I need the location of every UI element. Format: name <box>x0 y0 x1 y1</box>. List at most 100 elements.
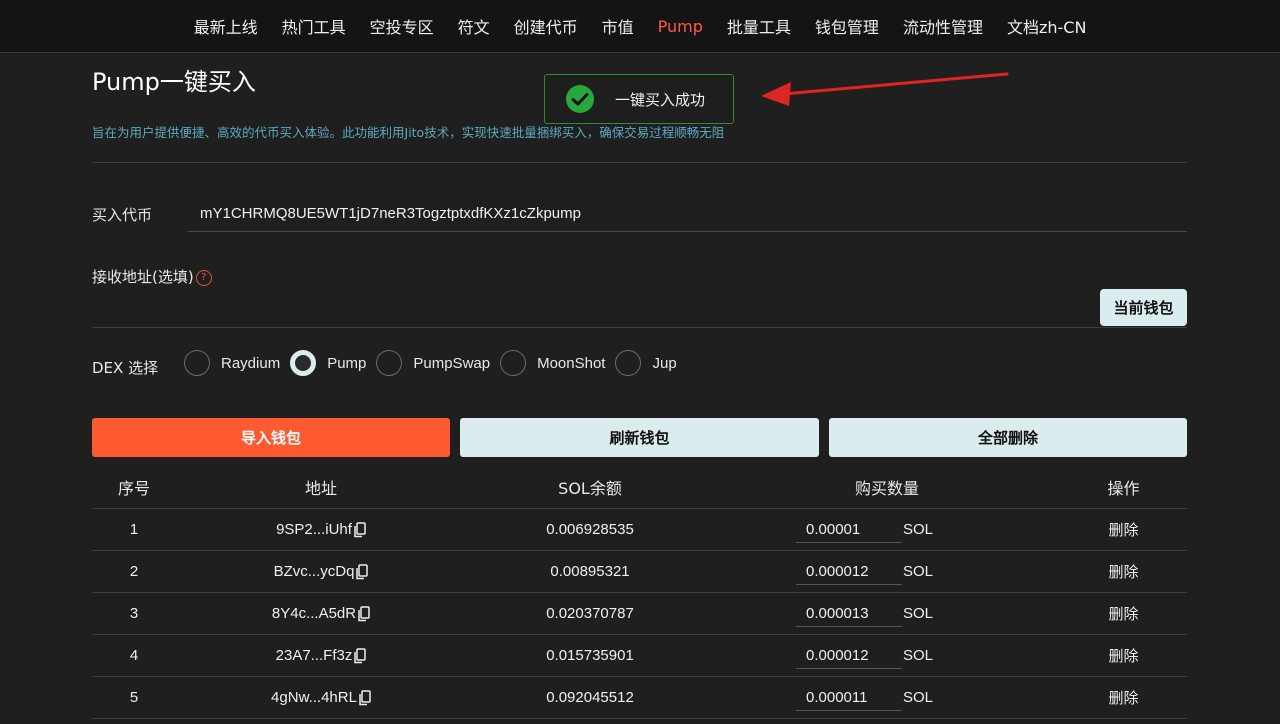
delete-row-link[interactable]: 删除 <box>1108 647 1138 665</box>
nav-item-market-cap[interactable]: 市值 <box>590 14 646 38</box>
nav-item-pump[interactable]: Pump <box>646 17 715 36</box>
token-label: 买入代币 <box>92 206 153 224</box>
dex-option-label: PumpSwap <box>413 354 491 372</box>
dex-radio-group: Raydium Pump PumpSwap MoonShot Jup <box>184 347 687 379</box>
row-address: 9SP2...iUhf <box>176 508 466 551</box>
address-text: 23A7...Ff3z <box>275 646 353 664</box>
dex-label: DEX 选择 <box>92 359 159 377</box>
toast-message: 一键买入成功 <box>615 90 706 109</box>
radio-pumpswap[interactable] <box>376 350 403 376</box>
nav-item-hot-tools[interactable]: 热门工具 <box>270 14 358 38</box>
header-address: 地址 <box>176 466 466 509</box>
copy-icon[interactable] <box>353 522 366 538</box>
copy-icon[interactable] <box>353 648 367 664</box>
table-row: 4 23A7...Ff3z 0.015735901 SOL 删除 <box>92 634 1187 677</box>
row-balance: 0.00895321 <box>466 550 714 593</box>
table-row: 1 9SP2...iUhf 0.006928535 SOL 删除 <box>92 508 1187 551</box>
address-text: 4gNw...4hRL <box>271 688 357 706</box>
unit-label: SOL <box>903 604 934 622</box>
row-amount: SOL <box>714 634 1060 677</box>
refresh-wallet-button[interactable]: 刷新钱包 <box>460 418 819 457</box>
header-divider <box>92 162 1187 163</box>
row-address: 4gNw...4hRL <box>176 676 466 719</box>
dex-option-raydium[interactable]: Raydium <box>184 350 280 376</box>
nav-item-wallet-management[interactable]: 钱包管理 <box>803 14 891 38</box>
row-address: 8Y4c...A5dR <box>176 592 466 635</box>
nav-item-liquidity-management[interactable]: 流动性管理 <box>891 14 995 38</box>
help-icon[interactable]: ? <box>195 269 212 286</box>
row-balance: 0.020370787 <box>466 592 714 635</box>
nav-item-latest[interactable]: 最新上线 <box>182 14 270 38</box>
dex-option-jup[interactable]: Jup <box>615 350 677 376</box>
copy-icon[interactable] <box>358 690 371 706</box>
radio-moonshot[interactable] <box>500 350 527 376</box>
header-balance: SOL余额 <box>466 466 714 509</box>
address-text: 9SP2...iUhf <box>276 520 352 538</box>
table-row: 5 4gNw...4hRL 0.092045512 SOL 删除 <box>92 676 1187 719</box>
header-ops: 操作 <box>1060 466 1187 509</box>
nav-item-create-token[interactable]: 创建代币 <box>502 14 590 38</box>
token-address-input[interactable] <box>188 196 1187 232</box>
amount-input[interactable] <box>796 558 902 585</box>
unit-label: SOL <box>903 562 934 580</box>
row-index: 4 <box>92 634 176 677</box>
header-amount: 购买数量 <box>714 466 1060 509</box>
nav-item-airdrop[interactable]: 空投专区 <box>358 14 446 38</box>
row-index: 5 <box>92 676 176 719</box>
dex-option-label: Pump <box>327 354 367 372</box>
row-index: 1 <box>92 508 176 551</box>
dex-option-pump[interactable]: Pump <box>290 350 366 376</box>
table-row: 3 8Y4c...A5dR 0.020370787 SOL 删除 <box>92 592 1187 635</box>
delete-row-link[interactable]: 删除 <box>1108 689 1138 707</box>
address-text: BZvc...ycDq <box>273 562 355 580</box>
top-nav: 最新上线 热门工具 空投专区 符文 创建代币 市值 Pump 批量工具 钱包管理… <box>0 0 1280 53</box>
row-balance: 0.092045512 <box>466 676 714 719</box>
dex-option-moonshot[interactable]: MoonShot <box>500 350 605 376</box>
import-wallet-button[interactable]: 导入钱包 <box>92 418 450 457</box>
row-balance: 0.006928535 <box>466 508 714 551</box>
radio-pump[interactable] <box>290 350 317 376</box>
row-balance: 0.015735901 <box>466 634 714 677</box>
unit-label: SOL <box>903 688 934 706</box>
unit-label: SOL <box>903 646 934 664</box>
row-amount: SOL <box>714 550 1060 593</box>
delete-row-link[interactable]: 删除 <box>1108 605 1138 623</box>
page-subtitle: 旨在为用户提供便捷、高效的代币买入体验。此功能利用Jito技术，实现快速批量捆绑… <box>92 125 725 140</box>
nav-item-docs[interactable]: 文档zh-CN <box>995 14 1098 38</box>
row-index: 3 <box>92 592 176 635</box>
dex-option-label: Jup <box>652 354 677 372</box>
radio-raydium[interactable] <box>184 350 210 376</box>
table-row: 2 BZvc...ycDq 0.00895321 SOL 删除 <box>92 550 1187 593</box>
dex-option-pumpswap[interactable]: PumpSwap <box>376 350 490 376</box>
radio-jup[interactable] <box>615 350 642 376</box>
nav-item-runes[interactable]: 符文 <box>446 14 502 38</box>
receive-address-label: 接收地址(选填)? <box>92 266 212 287</box>
row-amount: SOL <box>714 508 1060 551</box>
annotation-arrow <box>761 72 1009 106</box>
delete-row-link[interactable]: 删除 <box>1108 563 1138 581</box>
delete-all-button[interactable]: 全部删除 <box>829 418 1187 457</box>
nav-item-batch-tools[interactable]: 批量工具 <box>715 14 803 38</box>
amount-input[interactable] <box>796 516 902 543</box>
copy-icon[interactable] <box>357 606 370 622</box>
table-header-row: 序号 地址 SOL余额 购买数量 操作 <box>92 466 1187 509</box>
success-toast: 一键买入成功 <box>544 74 734 124</box>
current-wallet-button[interactable]: 当前钱包 <box>1100 289 1187 326</box>
dex-option-label: MoonShot <box>537 354 606 372</box>
delete-row-link[interactable]: 删除 <box>1108 521 1138 539</box>
receive-address-label-text: 接收地址(选填) <box>92 268 194 286</box>
header-index: 序号 <box>92 466 176 509</box>
row-amount: SOL <box>714 592 1060 635</box>
amount-input[interactable] <box>796 600 902 627</box>
page-title: Pump一键买入 <box>92 68 256 96</box>
copy-icon[interactable] <box>355 564 369 580</box>
receive-address-input[interactable] <box>92 290 1098 328</box>
row-index: 2 <box>92 550 176 593</box>
row-address: 23A7...Ff3z <box>176 634 466 677</box>
amount-input[interactable] <box>796 684 902 711</box>
check-circle-icon <box>566 85 594 113</box>
row-amount: SOL <box>714 676 1060 719</box>
dex-option-label: Raydium <box>221 354 281 372</box>
amount-input[interactable] <box>796 642 902 669</box>
row-address: BZvc...ycDq <box>176 550 466 593</box>
